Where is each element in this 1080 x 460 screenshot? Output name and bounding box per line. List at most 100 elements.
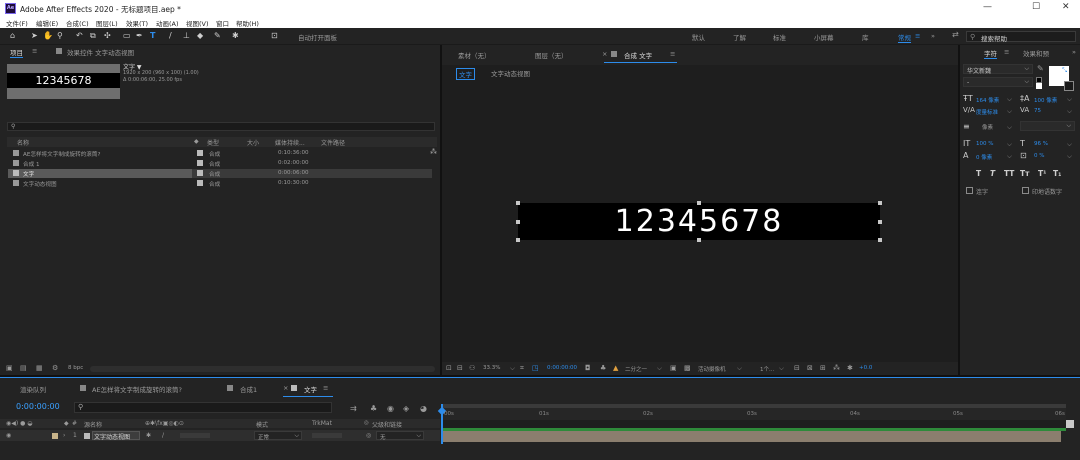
timeline-menu-icon[interactable]: ≡ — [323, 384, 328, 392]
transform-handle[interactable] — [516, 201, 520, 205]
brush-tool-icon[interactable]: / — [169, 31, 172, 41]
baseline-chevron-icon[interactable]: ⌵ — [1007, 152, 1012, 161]
viewer-menu-icon[interactable]: ≡ — [670, 50, 675, 58]
view-chevron-icon[interactable]: ⌵ — [779, 364, 784, 373]
transform-handle[interactable] — [516, 238, 520, 242]
snapshot-icon[interactable]: ◘ — [585, 364, 591, 372]
home-icon[interactable]: ⌂ — [10, 31, 15, 41]
workspace-standard[interactable]: 标准 — [773, 32, 786, 42]
clone-stamp-tool-icon[interactable]: ⊥ — [183, 31, 190, 41]
subscript-button[interactable]: T₁ — [1053, 169, 1061, 178]
col-trkmat[interactable]: TrkMat — [312, 420, 332, 427]
layer-collapse-icon[interactable]: ✱ — [146, 432, 151, 439]
zoom-chevron-icon[interactable]: ⌵ — [510, 364, 515, 373]
vertical-scale-value[interactable]: 100 % — [976, 141, 993, 147]
type-tool-icon[interactable]: T — [150, 31, 155, 41]
kerning-value[interactable]: 度量标准 — [976, 108, 998, 116]
viewer-lock-icon[interactable] — [611, 51, 617, 57]
bit-depth-button[interactable]: 8 bpc — [68, 365, 83, 371]
text-layer-content[interactable]: 12345678 — [518, 203, 880, 240]
lock-icon[interactable] — [56, 48, 62, 54]
small-caps-button[interactable]: Tт — [1020, 169, 1029, 178]
motion-blur-icon[interactable]: ◕ — [420, 404, 427, 413]
tracking-value[interactable]: 75 — [1034, 108, 1041, 114]
fast-previews-icon[interactable]: ⊠ — [807, 364, 813, 372]
frame-blending-icon[interactable]: ◈ — [403, 404, 409, 413]
menu-edit[interactable]: 编辑(E) — [36, 18, 58, 28]
roto-brush-tool-icon[interactable]: ✎ — [214, 31, 221, 41]
transform-handle[interactable] — [878, 220, 882, 224]
tab-comp1[interactable]: 合成1 — [240, 384, 257, 394]
workspace-menu-icon[interactable]: ≡ — [915, 32, 920, 40]
always-preview-icon[interactable]: ⊡ — [446, 364, 452, 372]
project-scrollbar[interactable] — [90, 366, 435, 372]
leading-chevron-icon[interactable]: ⌵ — [1067, 95, 1072, 104]
visibility-icon[interactable]: ◉ — [6, 432, 11, 439]
eyedropper-icon[interactable]: ✎ — [1037, 64, 1044, 73]
comp-flowchart-icon[interactable]: ⁂ — [833, 364, 840, 372]
tab-composition[interactable]: 合成 文字 — [624, 50, 652, 60]
toggle-pixel-aspect-icon[interactable]: ⊟ — [794, 364, 800, 372]
resolution-dropdown[interactable]: 二分之一 — [625, 365, 647, 373]
white-swatch[interactable] — [1036, 83, 1042, 89]
exposure-value[interactable]: +0.0 — [859, 365, 872, 371]
sync-icon[interactable]: ⇄ — [952, 30, 959, 39]
col-path[interactable]: 文件路径 — [321, 138, 345, 147]
ligatures-checkbox[interactable] — [966, 187, 973, 194]
tsume-chevron-icon[interactable]: ⌵ — [1067, 152, 1072, 161]
workspace-libraries[interactable]: 库 — [862, 32, 869, 42]
font-family-dropdown[interactable]: 华文新魏 ⌵ — [963, 64, 1033, 75]
viewer-close-icon[interactable]: × — [602, 50, 607, 58]
label-swatch[interactable] — [197, 170, 203, 176]
new-folder-icon[interactable]: ▤ — [20, 364, 27, 372]
layer-name[interactable]: 文字动态视图 — [94, 432, 130, 441]
hindi-digits-checkbox[interactable] — [1022, 187, 1029, 194]
font-style-dropdown[interactable]: - ⌵ — [963, 77, 1033, 87]
camera-tool-icon[interactable]: ⧉ — [90, 31, 96, 41]
menu-composition[interactable]: 合成(C) — [66, 18, 89, 28]
baseline-shift-value[interactable]: 0 像素 — [976, 153, 992, 161]
faux-bold-button[interactable]: T — [976, 169, 981, 178]
project-row[interactable]: 文字动态视图 合成 0:10:30:00 — [8, 179, 432, 188]
transform-handle[interactable] — [878, 238, 882, 242]
panel-menu-icon[interactable]: ≡ — [32, 47, 37, 55]
pen-tool-icon[interactable]: ✒ — [136, 31, 143, 41]
tab-character[interactable]: 字符 — [984, 48, 997, 59]
shy-icon[interactable]: ◉ — [387, 404, 394, 413]
reset-exposure-icon[interactable]: ✱ — [847, 364, 853, 372]
region-of-interest-icon[interactable]: ▣ — [670, 364, 677, 372]
font-size-value[interactable]: 164 像素 — [976, 96, 999, 104]
composition-frame[interactable]: 12345678 — [518, 203, 880, 240]
camera-dropdown[interactable]: 活动摄像机 — [698, 365, 726, 373]
stroke-color-swatch[interactable] — [1064, 81, 1074, 91]
col-parent[interactable]: 父级和链接 — [372, 420, 402, 429]
menu-animation[interactable]: 动画(A) — [156, 18, 179, 28]
selection-tool-icon[interactable]: ➤ — [31, 31, 38, 41]
project-settings-icon[interactable]: ⚙ — [52, 364, 58, 372]
pan-behind-tool-icon[interactable]: ✣ — [104, 31, 111, 41]
zoom-dropdown[interactable]: 33.3% — [483, 365, 500, 371]
character-menu-icon[interactable]: ≡ — [1004, 48, 1009, 56]
subtab-text-dynamic[interactable]: 文字动态视图 — [491, 68, 530, 78]
hand-tool-icon[interactable]: ✋ — [43, 31, 53, 41]
timeline-search-input[interactable]: ⚲ — [74, 402, 332, 413]
stroke-width-value[interactable]: 像素 — [982, 123, 993, 131]
tab-layer[interactable]: 图层（无） — [535, 50, 568, 60]
label-swatch[interactable] — [197, 180, 203, 186]
project-search-input[interactable]: ⚲ — [7, 122, 435, 131]
layer-row[interactable]: ◉ › 1 文字动态视图 ✱ / 正常 ⌵ ◎ 无 ⌵ — [0, 430, 440, 441]
stroke-mode-dropdown[interactable]: ⌵ — [1020, 121, 1075, 131]
all-caps-button[interactable]: TT — [1004, 169, 1014, 178]
menu-layer[interactable]: 图层(L) — [96, 18, 118, 28]
timeline-current-time[interactable]: 0:00:00:00 — [16, 402, 60, 411]
tab-text-comp[interactable]: 文字 — [304, 384, 317, 394]
swap-colors-icon[interactable]: ⤡ — [1062, 66, 1067, 75]
layer-duration-bar[interactable] — [441, 431, 1061, 442]
tracking-chevron-icon[interactable]: ⌵ — [1067, 107, 1072, 116]
help-search-box[interactable]: ⚲ 搜索帮助 — [966, 31, 1076, 43]
workspace-learn[interactable]: 了解 — [733, 32, 746, 42]
layer-twirl-icon[interactable]: › — [63, 432, 65, 439]
maximize-icon[interactable]: ☐ — [1032, 2, 1040, 12]
stroke-width-chevron-icon[interactable]: ⌵ — [1007, 123, 1012, 132]
vscale-chevron-icon[interactable]: ⌵ — [1007, 140, 1012, 149]
